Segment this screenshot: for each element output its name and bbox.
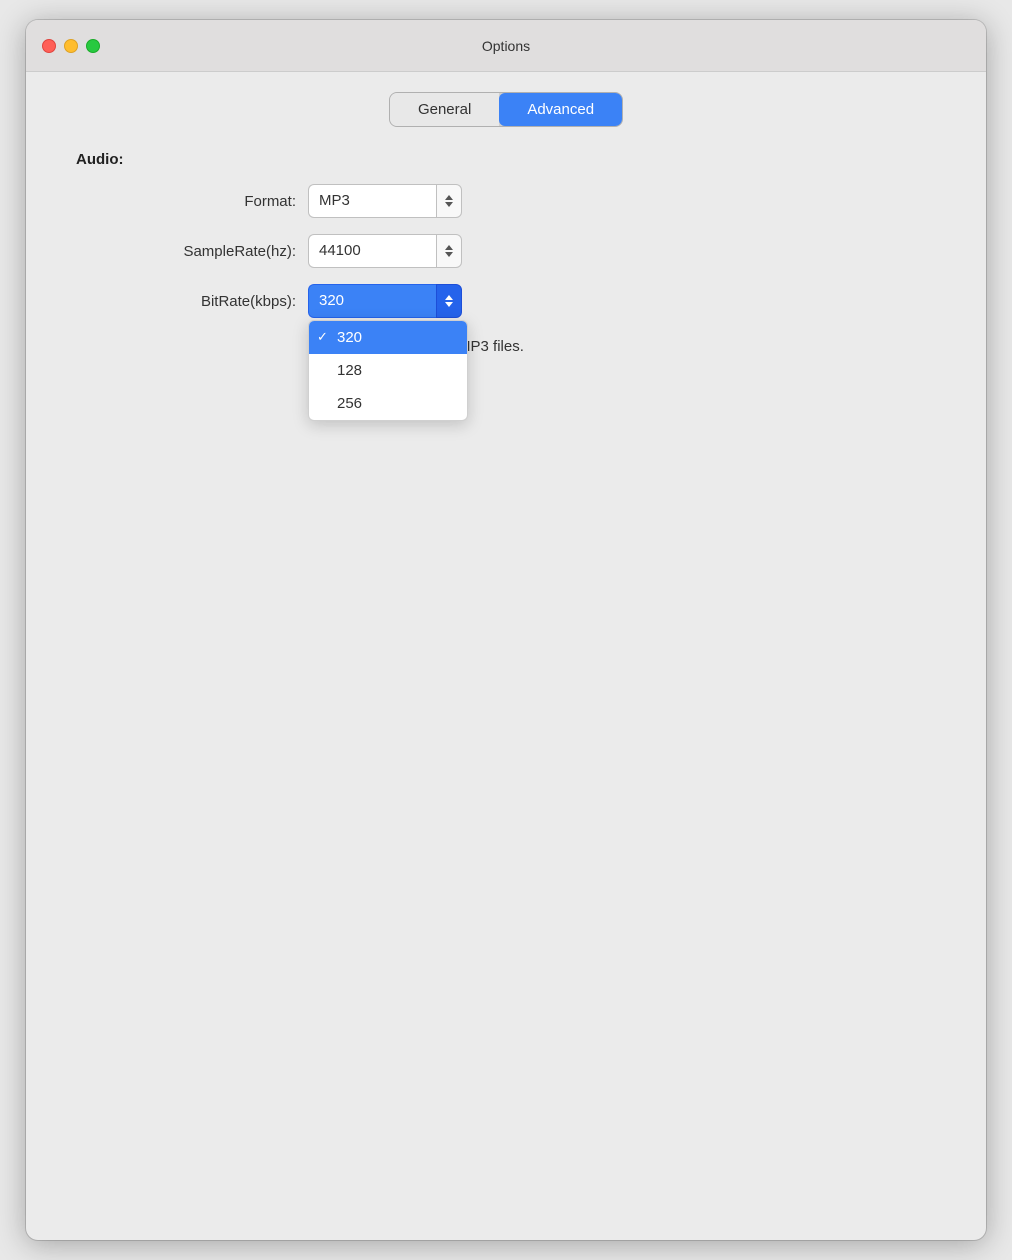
bitrate-value[interactable]: 320 — [308, 284, 436, 318]
bitrate-up-arrow — [445, 295, 453, 300]
format-up-arrow — [445, 195, 453, 200]
close-button[interactable] — [42, 39, 56, 53]
maximize-button[interactable] — [86, 39, 100, 53]
bitrate-option-320[interactable]: 320 — [309, 321, 467, 354]
audio-section-label: Audio: — [76, 151, 956, 168]
bitrate-stepper[interactable] — [436, 284, 462, 318]
samplerate-stepper[interactable] — [436, 234, 462, 268]
audio-section: Audio: Format: MP3 SampleRate(hz): 44100 — [76, 151, 956, 355]
bitrate-label: BitRate(kbps): — [76, 293, 296, 310]
content-area: General Advanced Audio: Format: MP3 — [26, 72, 986, 375]
samplerate-up-arrow — [445, 245, 453, 250]
minimize-button[interactable] — [64, 39, 78, 53]
note-row: Cover only works with MP3 files. — [76, 334, 956, 355]
tab-advanced[interactable]: Advanced — [499, 93, 622, 126]
format-down-arrow — [445, 202, 453, 207]
bitrate-dropdown-menu: 320 128 256 — [308, 320, 468, 421]
bitrate-option-256[interactable]: 256 — [309, 387, 467, 420]
bitrate-row: BitRate(kbps): 320 320 128 256 — [76, 284, 956, 318]
window-title: Options — [482, 38, 530, 54]
tabs-container: General Advanced — [56, 92, 956, 127]
titlebar: Options — [26, 20, 986, 72]
bitrate-option-128[interactable]: 128 — [309, 354, 467, 387]
bitrate-down-arrow — [445, 302, 453, 307]
samplerate-down-arrow — [445, 252, 453, 257]
bitrate-dropdown-wrapper: 320 320 128 256 — [308, 284, 462, 318]
format-label: Format: — [76, 193, 296, 210]
format-stepper[interactable] — [436, 184, 462, 218]
samplerate-label: SampleRate(hz): — [76, 243, 296, 260]
samplerate-value[interactable]: 44100 — [308, 234, 436, 268]
app-window: Options General Advanced Audio: Format: … — [26, 20, 986, 1240]
tab-group: General Advanced — [389, 92, 623, 127]
format-value[interactable]: MP3 — [308, 184, 436, 218]
traffic-lights — [42, 39, 100, 53]
tab-general[interactable]: General — [390, 93, 499, 126]
samplerate-row: SampleRate(hz): 44100 — [76, 234, 956, 268]
bitrate-select[interactable]: 320 — [308, 284, 462, 318]
format-select[interactable]: MP3 — [308, 184, 462, 218]
samplerate-select[interactable]: 44100 — [308, 234, 462, 268]
format-row: Format: MP3 — [76, 184, 956, 218]
